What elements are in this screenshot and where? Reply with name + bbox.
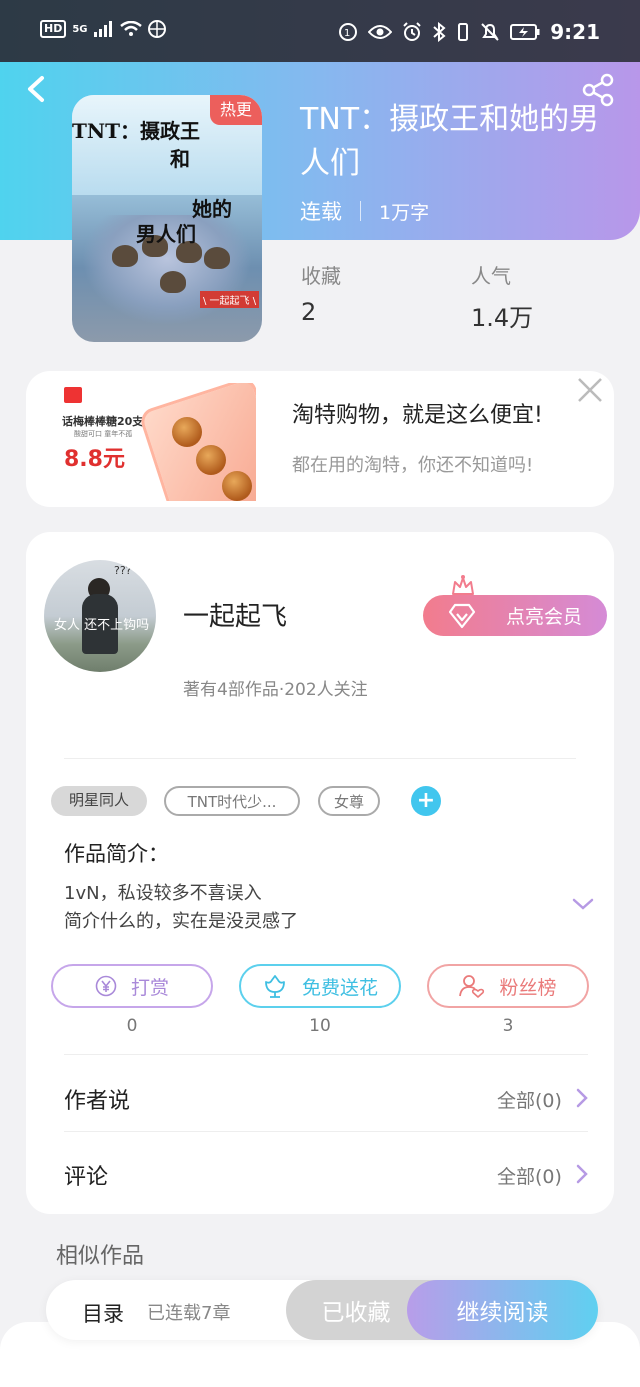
diamond-icon	[448, 603, 476, 629]
book-meta: 连载 1万字	[300, 196, 429, 226]
eye-icon	[368, 25, 393, 39]
flower-button[interactable]: 免费送花	[239, 964, 401, 1008]
serial-status: 连载	[300, 200, 342, 224]
author-says-all-link[interactable]: 全部(0)	[497, 1086, 562, 1113]
book-cover[interactable]: TNT：摄政王 和 她的 男人们 \ 一起起飞 \	[72, 95, 262, 342]
status-bar: HD 5G 1 9:21	[0, 0, 640, 62]
ad-description: 都在用的淘特，你还不知道吗!	[292, 455, 534, 476]
candy-graphic	[172, 417, 202, 447]
data-saver-icon: 1	[339, 23, 358, 41]
tip-button[interactable]: 打赏	[51, 964, 213, 1008]
flower-label: 免费送花	[301, 976, 378, 999]
fans-button[interactable]: 粉丝榜	[427, 964, 589, 1008]
collected-label: 已收藏	[321, 1300, 391, 1326]
add-tag-button[interactable]: +	[411, 786, 441, 816]
fans-label: 粉丝榜	[499, 976, 557, 999]
cover-title-line: 她的	[192, 197, 232, 221]
status-left: HD 5G	[40, 20, 166, 38]
bluetooth-icon	[433, 22, 446, 42]
yen-icon	[95, 975, 117, 997]
intro-title: 作品简介：	[64, 842, 169, 866]
cover-stamp: \ 一起起飞 \	[200, 291, 260, 308]
hd-indicator: HD	[40, 20, 67, 38]
hot-badge: 热更	[210, 95, 262, 125]
similar-works-title: 相似作品	[56, 1244, 145, 1269]
popularity-value: 1.4万	[471, 304, 534, 332]
avatar-mark: ???	[114, 564, 132, 577]
ad-product-sub: 酸甜可口 童年不孤	[74, 430, 133, 438]
tag-chip[interactable]: 明星同人	[51, 786, 147, 816]
section-divider	[64, 758, 576, 759]
intro-line: 1vN，私设较多不喜误入	[64, 883, 262, 904]
cover-title-line: TNT：摄政王	[72, 119, 201, 143]
tip-count: 0	[126, 1016, 138, 1036]
ad-product-price: 8.8元	[64, 447, 125, 472]
comments-all-link[interactable]: 全部(0)	[497, 1162, 562, 1189]
ad-image[interactable]: 话梅棒棒糖20支 酸甜可口 童年不孤 8.8元	[56, 383, 256, 501]
back-arrow-icon[interactable]	[20, 72, 54, 106]
tip-label: 打赏	[130, 976, 169, 999]
avatar[interactable]: ??? 女人 还不上钩吗	[44, 560, 156, 672]
favorites-label: 收藏	[301, 264, 341, 288]
close-icon[interactable]	[576, 376, 604, 404]
ad-title: 淘特购物，就是这么便宜!	[292, 403, 543, 428]
chevron-down-icon[interactable]	[571, 894, 595, 914]
ad-product-name: 话梅棒棒糖20支	[62, 415, 144, 428]
fans-count: 3	[502, 1016, 514, 1036]
tag-chip[interactable]: 女尊	[318, 786, 380, 816]
clock: 9:21	[550, 20, 600, 44]
chevron-right-icon[interactable]	[575, 1087, 589, 1109]
chevron-right-icon[interactable]	[575, 1163, 589, 1185]
avatar-caption: 女人 还不上钩吗	[54, 618, 150, 633]
comments-title: 评论	[64, 1165, 109, 1190]
section-divider	[64, 1054, 588, 1055]
chapter-count: 已连载7章	[147, 1303, 231, 1324]
author-name[interactable]: 一起起飞	[183, 596, 287, 633]
intro-line: 简介什么的，实在是没灵感了	[64, 911, 298, 932]
basketball-icon	[147, 20, 166, 38]
candy-graphic	[196, 445, 226, 475]
ad-image-panel: 话梅棒棒糖20支 酸甜可口 童年不孤 8.8元	[56, 383, 156, 501]
intro-text: 1vN，私设较多不喜误入 简介什么的，实在是没灵感了	[64, 880, 298, 936]
cover-figure	[112, 245, 138, 267]
toc-button[interactable]: 目录	[82, 1298, 124, 1328]
svg-text:1: 1	[344, 28, 350, 39]
ad-brand-logo	[64, 387, 82, 403]
fans-icon	[459, 975, 485, 998]
author-says-title: 作者说	[64, 1089, 131, 1114]
wifi-icon	[119, 21, 142, 36]
cover-title-line: 男人们	[136, 222, 196, 246]
meta-divider	[360, 201, 361, 221]
book-title: TNT：摄政王和她的男人们	[300, 102, 600, 181]
ad-banner[interactable]: 话梅棒棒糖20支 酸甜可口 童年不孤 8.8元 淘特购物，就是这么便宜! 都在用…	[26, 371, 614, 507]
favorites-value: 2	[301, 298, 317, 326]
alarm-icon	[403, 22, 421, 41]
popularity-label: 人气	[471, 264, 511, 288]
cover-figure	[160, 271, 186, 293]
flower-icon	[265, 975, 285, 998]
vip-button-label: 点亮会员	[505, 606, 582, 628]
battery-icon	[510, 24, 540, 40]
mute-icon	[481, 23, 499, 41]
continue-reading-label: 继续阅读	[456, 1300, 549, 1326]
section-divider	[64, 1131, 588, 1132]
tag-chip[interactable]: TNT时代少...	[164, 786, 300, 816]
author-info: 著有4部作品·202人关注	[183, 680, 368, 700]
continue-reading-button[interactable]: 继续阅读	[407, 1280, 598, 1340]
cover-figure	[204, 247, 230, 269]
status-right: 1 9:21	[338, 20, 600, 44]
signal-icon	[93, 21, 112, 37]
word-count: 1万字	[379, 201, 430, 224]
vibrate-icon	[458, 23, 469, 41]
flower-count: 10	[309, 1016, 331, 1036]
candy-graphic	[222, 471, 252, 501]
cover-title-line: 和	[170, 147, 190, 171]
network-5g-label: 5G	[72, 23, 88, 35]
